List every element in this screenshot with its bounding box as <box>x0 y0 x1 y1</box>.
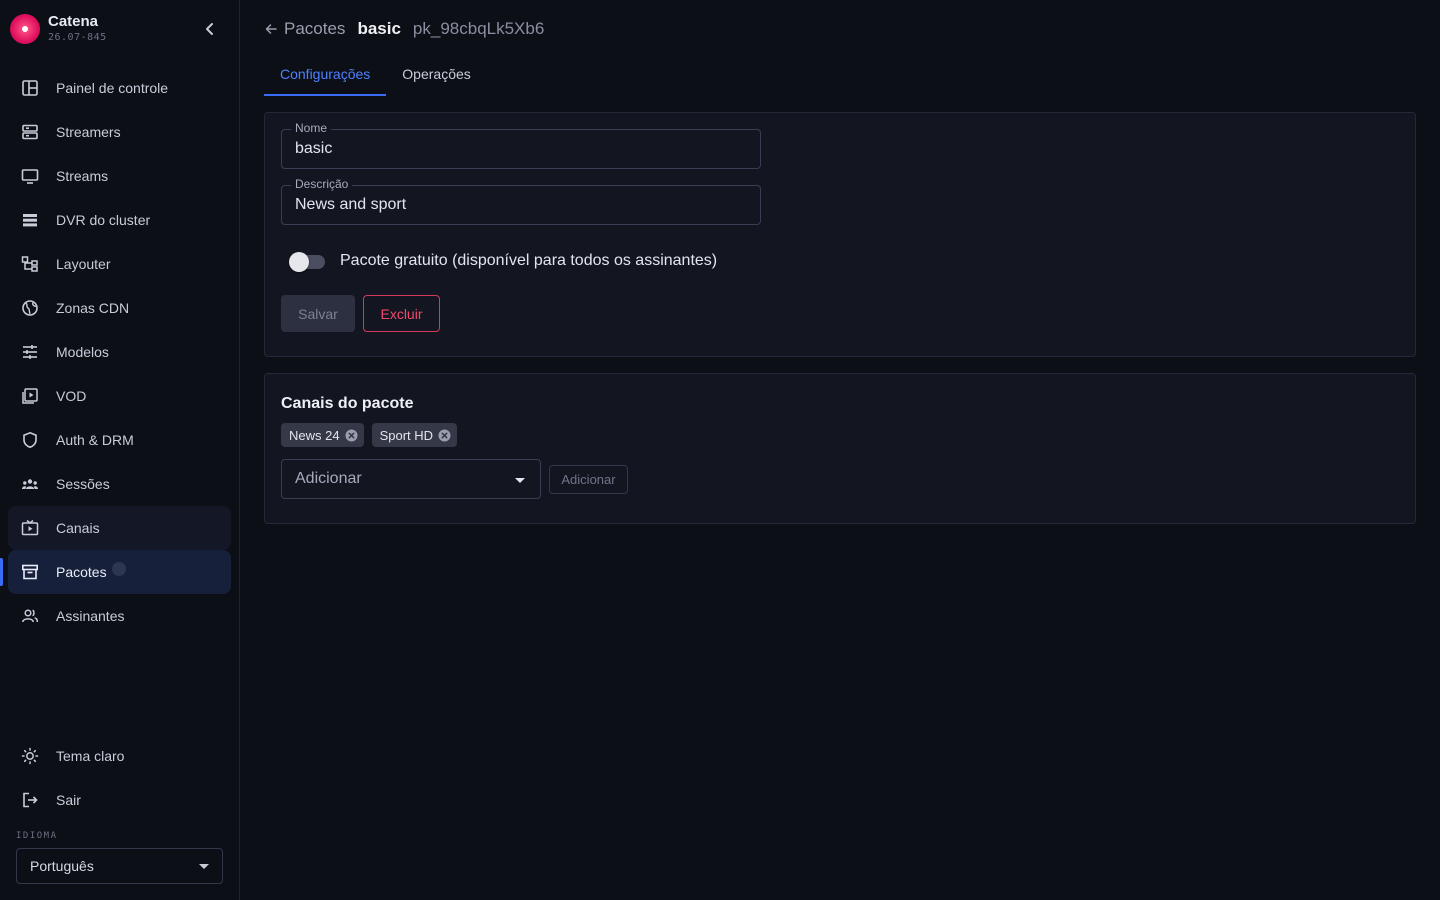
name-field-value: basic <box>295 140 333 157</box>
collapse-sidebar-button[interactable] <box>195 17 225 41</box>
channel-chip-label: News 24 <box>289 427 340 443</box>
loading-indicator <box>111 562 126 576</box>
free-package-toggle-label: Pacote gratuito (disponível para todos o… <box>340 252 718 269</box>
description-field[interactable]: Descrição News and sport <box>281 177 761 225</box>
sidebar-item-label: Sessões <box>56 476 110 492</box>
tab-bar: Configurações Operações <box>264 52 487 96</box>
channel-chip: Sport HD <box>371 423 458 447</box>
sidebar-item-streamers[interactable]: Streamers <box>8 110 231 154</box>
channel-chips: News 24 Sport HD <box>281 423 465 447</box>
layout-tree-icon <box>20 254 40 274</box>
language-select[interactable]: Português <box>16 848 223 884</box>
brand-logo <box>10 14 40 44</box>
page-title: basic <box>357 19 401 38</box>
sidebar-item-label: Streamers <box>56 124 121 140</box>
logout-label: Sair <box>56 792 81 808</box>
remove-channel-icon[interactable] <box>345 429 358 442</box>
sidebar-item-label: Layouter <box>56 256 111 272</box>
sidebar-item-subscribers[interactable]: Assinantes <box>8 594 231 638</box>
sliders-icon <box>20 342 40 362</box>
sidebar-item-label: VOD <box>56 388 87 404</box>
light-theme-button[interactable]: Tema claro <box>8 734 231 778</box>
tab-operations[interactable]: Operações <box>386 52 486 96</box>
sidebar-item-streams[interactable]: Streams <box>8 154 231 198</box>
sidebar-item-label: Assinantes <box>56 608 125 624</box>
sidebar-item-auth-drm[interactable]: Auth & DRM <box>8 418 231 462</box>
sidebar-item-label: Zonas CDN <box>56 300 130 316</box>
video-library-icon <box>20 386 40 406</box>
sidebar-item-label: Canais <box>56 520 100 536</box>
chevron-down-icon <box>199 864 209 869</box>
brand-name: Catena <box>48 13 99 30</box>
arrow-left-icon[interactable] <box>264 22 278 36</box>
settings-card: Nome basic Descrição News and sport Paco… <box>264 112 1416 357</box>
sidebar-item-label: Streams <box>56 168 109 184</box>
delete-button[interactable]: Excluir <box>363 295 440 332</box>
sidebar-item-sessions[interactable]: Sessões <box>8 462 231 506</box>
sidebar-item-label: Modelos <box>56 344 109 360</box>
tv-play-icon <box>20 518 40 538</box>
sidebar-item-channels[interactable]: Canais <box>8 506 231 550</box>
name-field-label: Nome <box>291 121 332 135</box>
description-field-value: News and sport <box>295 196 407 213</box>
logout-icon <box>20 790 40 810</box>
sidebar-item-label: Pacotes <box>56 564 107 580</box>
sun-icon <box>20 746 40 766</box>
save-button[interactable]: Salvar <box>281 295 355 332</box>
channel-chip-label: Sport HD <box>379 427 434 443</box>
storage-icon <box>20 210 40 230</box>
sidebar-item-label: DVR do cluster <box>56 212 151 228</box>
sidebar-item-vod[interactable]: VOD <box>8 374 231 418</box>
chevron-left-icon <box>206 23 213 35</box>
dashboard-icon <box>20 78 40 98</box>
breadcrumb-parent-link[interactable]: Pacotes <box>284 19 345 39</box>
sidebar-bottom-nav: Tema claro Sair <box>8 734 231 822</box>
package-channels-title: Canais do pacote <box>281 395 414 412</box>
language-label: IDIOMA <box>16 831 58 841</box>
sidebar-item-layouter[interactable]: Layouter <box>8 242 231 286</box>
breadcrumb: Pacotes basic pk_98cbqLk5Xb6 <box>264 18 544 40</box>
users-icon <box>20 606 40 626</box>
sidebar-item-packages[interactable]: Pacotes <box>0 550 231 594</box>
sidebar-item-dashboard[interactable]: Painel de controle <box>8 66 231 110</box>
package-id: pk_98cbqLk5Xb6 <box>412 19 545 38</box>
remove-channel-icon[interactable] <box>438 429 451 442</box>
servers-icon <box>20 122 40 142</box>
sidebar-item-cdn-zones[interactable]: Zonas CDN <box>8 286 231 330</box>
free-package-toggle[interactable] <box>289 251 327 272</box>
name-field[interactable]: Nome basic <box>281 121 761 169</box>
description-field-label: Descrição <box>291 177 353 191</box>
light-theme-label: Tema claro <box>56 748 125 764</box>
package-channels-card: Canais do pacote News 24 Sport HD Adicio… <box>264 373 1416 524</box>
channel-chip: News 24 <box>281 423 364 447</box>
add-channel-button[interactable]: Adicionar <box>549 465 628 494</box>
add-channel-placeholder: Adicionar <box>295 470 362 487</box>
shield-icon <box>20 430 40 450</box>
archive-box-icon <box>20 562 40 582</box>
language-value: Português <box>30 858 94 874</box>
add-channel-select[interactable]: Adicionar <box>281 459 541 499</box>
group-icon <box>20 474 40 494</box>
sidebar-item-cluster-dvr[interactable]: DVR do cluster <box>8 198 231 242</box>
brand-version: 26.07-845 <box>48 32 107 43</box>
sidebar: Catena 26.07-845 Painel de controle Stre… <box>0 0 240 900</box>
logout-button[interactable]: Sair <box>8 778 231 822</box>
sidebar-item-templates[interactable]: Modelos <box>8 330 231 374</box>
chevron-down-icon <box>515 478 525 483</box>
sidebar-nav: Painel de controle Streamers Streams DVR… <box>0 66 231 638</box>
monitor-icon <box>20 166 40 186</box>
sidebar-item-label: Painel de controle <box>56 80 169 96</box>
tab-settings[interactable]: Configurações <box>264 52 387 96</box>
free-package-toggle-row: Pacote gratuito (disponível para todos o… <box>289 247 717 275</box>
toggle-thumb <box>289 252 309 272</box>
globe-icon <box>20 298 40 318</box>
sidebar-item-label: Auth & DRM <box>56 432 134 448</box>
